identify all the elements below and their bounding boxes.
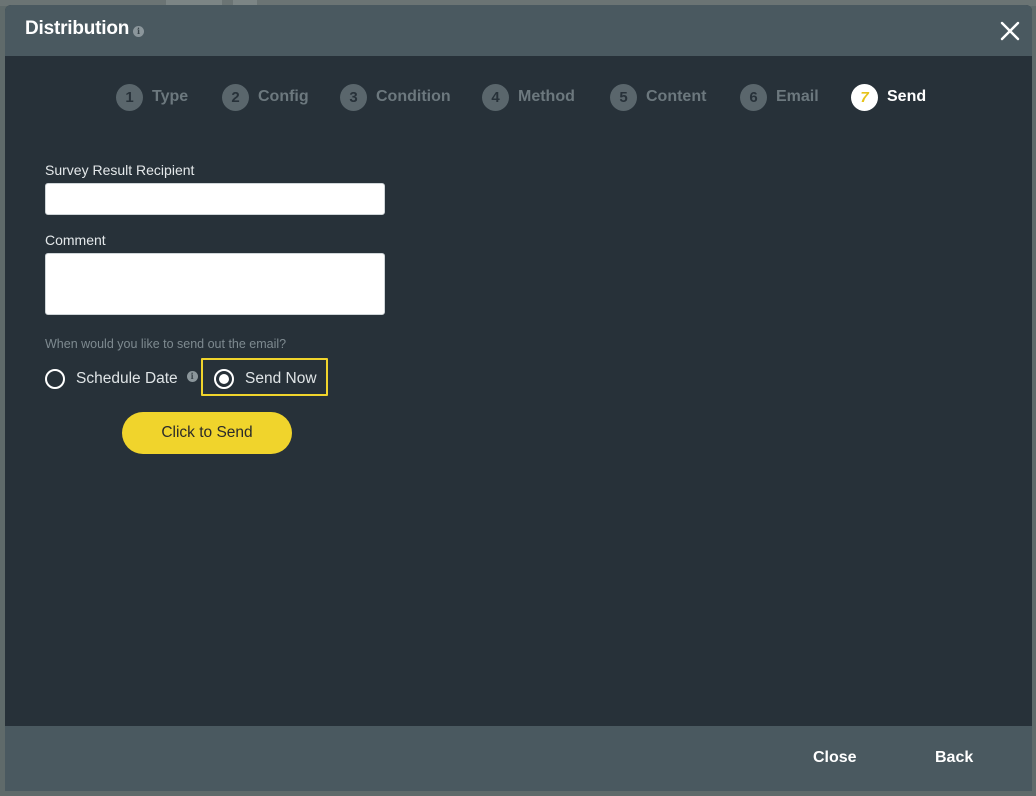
step-number: 4	[482, 83, 509, 111]
step-label: Condition	[376, 88, 451, 105]
radio-button[interactable]	[45, 369, 65, 389]
step-label: Send	[887, 88, 927, 105]
send-timing-question: When would you like to send out the emai…	[45, 337, 287, 351]
step-label: Type	[152, 88, 189, 105]
info-icon[interactable]: i	[186, 370, 198, 382]
step-label: Config	[258, 88, 309, 105]
step-method[interactable]: 4 Method	[482, 83, 575, 111]
step-config[interactable]: 2 Config	[222, 83, 309, 111]
step-number: 5	[610, 83, 637, 111]
step-number: 6	[740, 83, 767, 111]
step-label: Email	[776, 88, 819, 105]
step-label: Method	[518, 88, 575, 105]
step-number: 2	[222, 83, 249, 111]
close-icon[interactable]	[998, 19, 1022, 43]
close-button[interactable]: Close	[813, 749, 857, 767]
radio-label: Send Now	[245, 370, 317, 387]
info-icon[interactable]: i	[133, 26, 144, 37]
distribution-dialog: Distribution i 1 Type 2 Config 3 Conditi…	[5, 5, 1032, 791]
step-condition[interactable]: 3 Condition	[340, 83, 451, 111]
back-button[interactable]: Back	[935, 749, 973, 767]
dialog-footer: Close Back	[5, 726, 1032, 791]
recipient-input[interactable]	[45, 183, 385, 215]
radio-selected-dot	[219, 374, 229, 384]
step-type[interactable]: 1 Type	[116, 83, 188, 111]
step-email[interactable]: 6 Email	[740, 83, 819, 111]
step-number: 3	[340, 83, 367, 111]
comment-label: Comment	[45, 232, 106, 248]
comment-textarea[interactable]	[45, 253, 385, 315]
dialog-title: Distribution	[25, 18, 130, 39]
step-number: 1	[116, 83, 143, 111]
radio-send-now[interactable]: Send Now	[214, 367, 317, 391]
step-number: 7	[851, 83, 878, 111]
step-content[interactable]: 5 Content	[610, 83, 706, 111]
radio-schedule-date[interactable]: Schedule Date i	[45, 367, 198, 391]
click-to-send-button[interactable]: Click to Send	[122, 412, 292, 454]
radio-button[interactable]	[214, 369, 234, 389]
dialog-header: Distribution i	[5, 5, 1032, 56]
recipient-label: Survey Result Recipient	[45, 162, 195, 178]
step-label: Content	[646, 88, 707, 105]
step-send[interactable]: 7 Send	[851, 83, 926, 111]
wizard-stepper: 1 Type 2 Config 3 Condition 4 Method 5 C…	[5, 83, 1032, 113]
radio-label: Schedule Date	[76, 370, 178, 387]
